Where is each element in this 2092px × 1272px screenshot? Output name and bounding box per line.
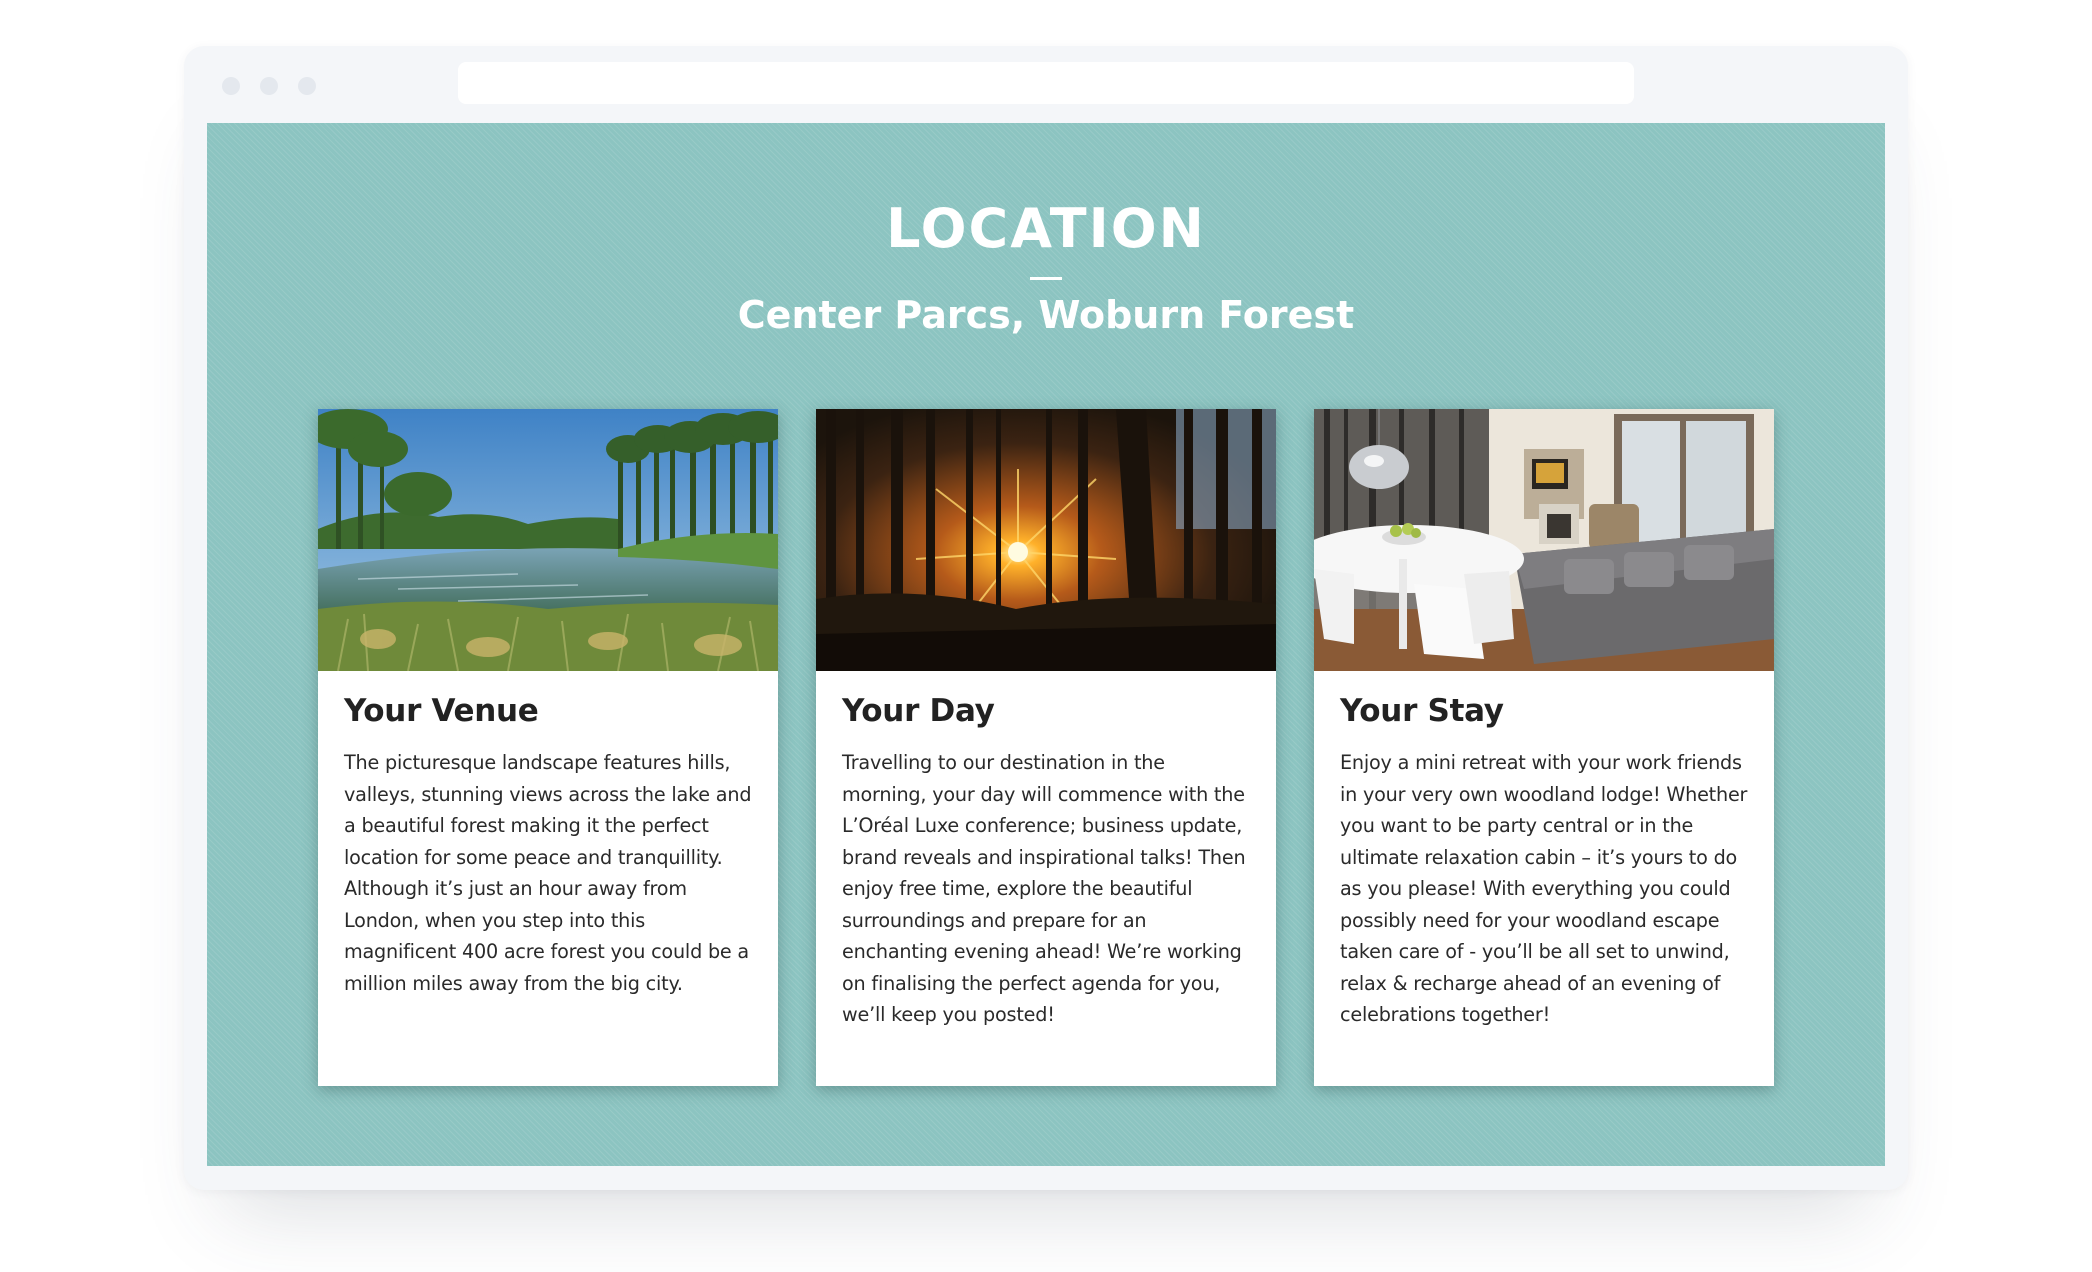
day-image <box>816 409 1276 671</box>
lodge-interior-photo-icon <box>1314 409 1774 671</box>
title-divider <box>1030 277 1062 280</box>
sunset-forest-photo-icon <box>816 409 1276 671</box>
venue-image <box>318 409 778 671</box>
address-bar[interactable] <box>458 62 1634 104</box>
day-card-text: Travelling to our destination in the mor… <box>842 751 1246 1026</box>
section-title: LOCATION <box>886 197 1206 260</box>
stay-card-text: Enjoy a mini retreat with your work frie… <box>1340 751 1748 1026</box>
window-controls <box>222 77 316 95</box>
day-card: Your Day Travelling to our destination i… <box>816 409 1276 1086</box>
section-subtitle: Center Parcs, Woburn Forest <box>737 293 1355 337</box>
stay-card: Your Stay Enjoy a mini retreat with your… <box>1314 409 1774 1086</box>
close-dot-icon[interactable] <box>222 77 240 95</box>
lake-forest-photo-icon <box>318 409 778 671</box>
venue-card-title: Your Venue <box>344 693 539 729</box>
venue-card: Your Venue The picturesque landscape fea… <box>318 409 778 1086</box>
venue-card-text: The picturesque landscape features hills… <box>344 751 752 995</box>
day-card-title: Your Day <box>842 693 995 729</box>
stay-card-title: Your Stay <box>1340 693 1504 729</box>
stay-image <box>1314 409 1774 671</box>
maximize-dot-icon[interactable] <box>298 77 316 95</box>
minimize-dot-icon[interactable] <box>260 77 278 95</box>
browser-window: LOCATION Center Parcs, Woburn Forest You… <box>184 46 1908 1190</box>
location-section: LOCATION Center Parcs, Woburn Forest You… <box>207 123 1885 1166</box>
